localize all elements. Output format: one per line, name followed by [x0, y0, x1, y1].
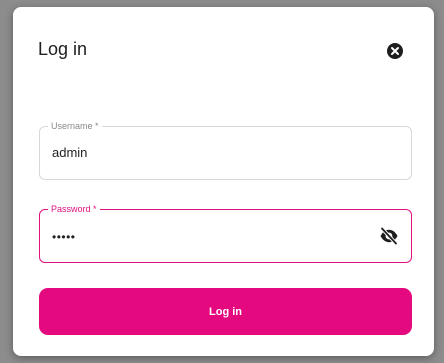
dialog-title: Log in	[38, 39, 88, 59]
eye-off-icon[interactable]	[379, 226, 399, 246]
login-button[interactable]: Log in	[39, 288, 412, 335]
username-input[interactable]: admin	[52, 145, 87, 160]
password-field[interactable]: Password * •••••	[39, 203, 412, 263]
password-label: Password *	[48, 203, 100, 215]
close-icon[interactable]	[387, 43, 403, 59]
login-dialog: Log in Username * admin Password * •••••…	[13, 7, 434, 356]
username-field[interactable]: Username * admin	[39, 120, 412, 180]
password-input[interactable]: •••••	[52, 230, 76, 244]
username-label: Username *	[48, 120, 102, 132]
